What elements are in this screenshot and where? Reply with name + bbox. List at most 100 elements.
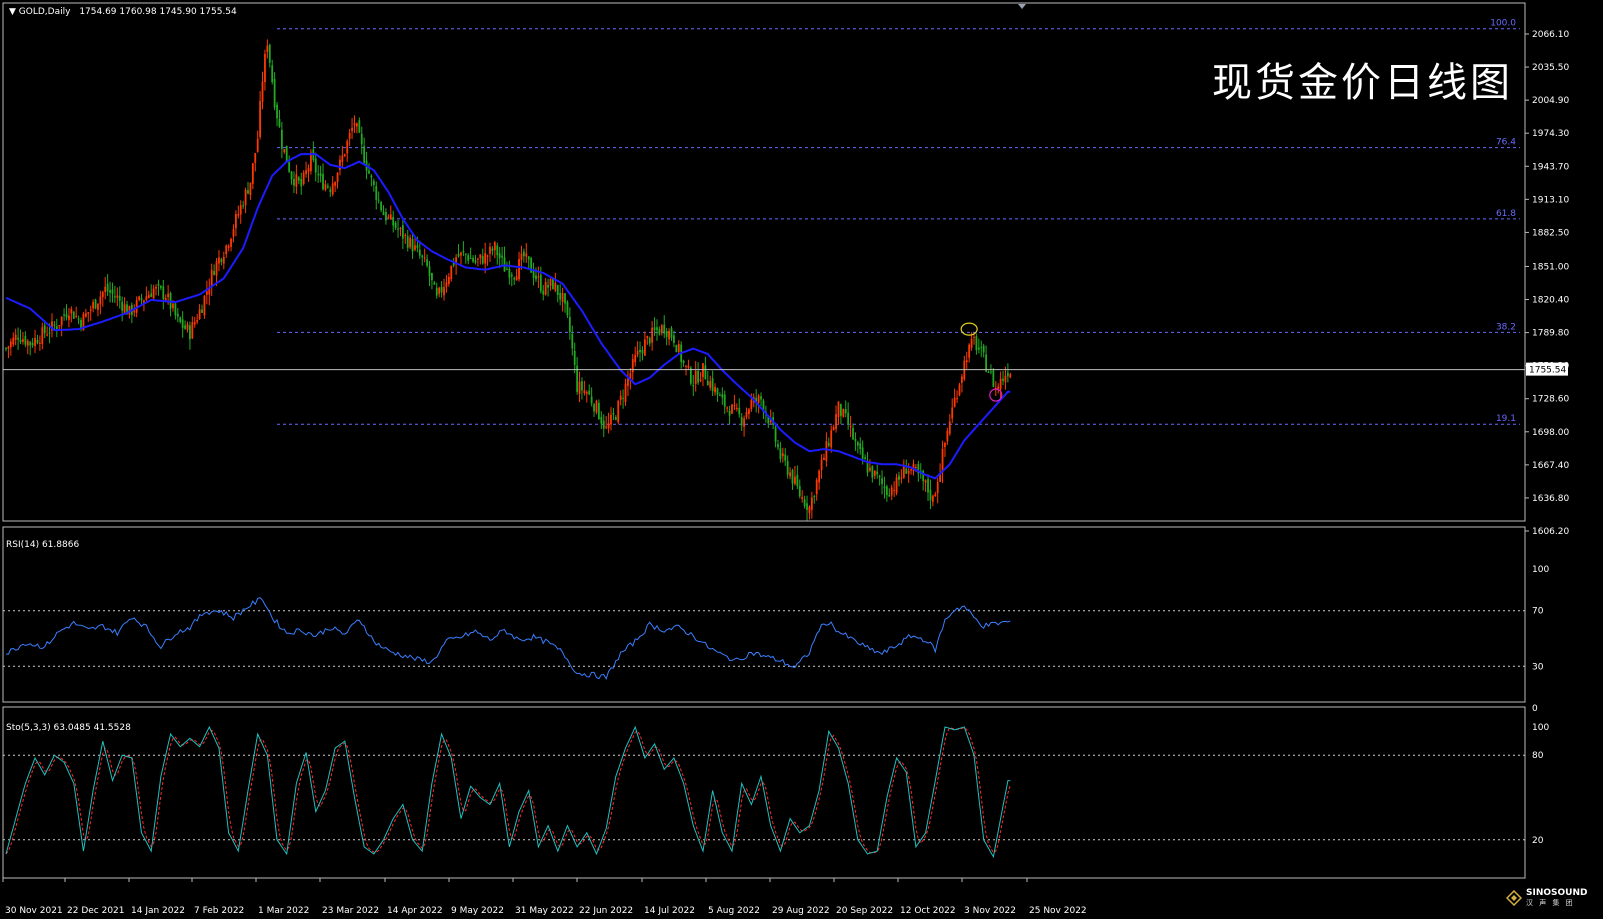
candle-body bbox=[501, 255, 503, 258]
candle-body bbox=[990, 371, 992, 373]
candle-body bbox=[871, 465, 874, 478]
candle-body bbox=[740, 417, 743, 426]
rsi-title: RSI(14) 61.8866 bbox=[6, 540, 80, 550]
candle-body bbox=[385, 212, 387, 221]
candle-body bbox=[435, 287, 438, 296]
candle-body bbox=[80, 319, 82, 329]
candle-body bbox=[181, 319, 184, 328]
candle-body bbox=[653, 327, 656, 331]
price-tick-label: 1698.00 bbox=[1532, 428, 1569, 438]
candle-body bbox=[556, 284, 559, 295]
candle-body bbox=[856, 442, 859, 446]
candle-body bbox=[322, 174, 324, 190]
candle-body bbox=[477, 258, 479, 260]
stoch-tick-label: 20 bbox=[1532, 836, 1544, 846]
candle-body bbox=[527, 256, 530, 260]
rsi-levels bbox=[3, 610, 1525, 667]
candle-body bbox=[138, 296, 140, 300]
candle-body bbox=[968, 344, 971, 358]
candle-body bbox=[7, 346, 10, 349]
candle-body bbox=[542, 290, 545, 295]
candle-body bbox=[927, 478, 929, 493]
candle-body bbox=[810, 497, 813, 510]
candle-body bbox=[77, 318, 80, 320]
date-tick-label: 30 Nov 2021 bbox=[5, 906, 63, 916]
sinosound-logo-icon bbox=[1506, 890, 1522, 906]
collapse-triangle-icon[interactable]: ▼ bbox=[9, 7, 16, 17]
candle-body bbox=[72, 311, 75, 319]
candle-body bbox=[721, 394, 724, 398]
candle-body bbox=[878, 475, 881, 478]
candle-body bbox=[905, 468, 908, 474]
candle-body bbox=[34, 338, 36, 346]
candle-body bbox=[823, 457, 825, 460]
price-tick-label: 1851.00 bbox=[1532, 262, 1569, 272]
candle-body bbox=[970, 338, 973, 348]
candle-body bbox=[631, 359, 634, 373]
stoch-tick-label: 100 bbox=[1532, 723, 1549, 733]
stochastic-axis: 100 80 20 bbox=[1532, 723, 1549, 846]
candle-body bbox=[331, 183, 334, 195]
candle-body bbox=[513, 278, 516, 280]
candle-body bbox=[624, 383, 627, 402]
candle-body bbox=[895, 477, 898, 494]
candle-body bbox=[581, 381, 583, 391]
candle-body bbox=[220, 259, 223, 262]
candle-body bbox=[58, 325, 61, 327]
candle-body bbox=[305, 170, 307, 174]
candle-body bbox=[235, 214, 237, 229]
rsi-tick-label: 70 bbox=[1532, 607, 1544, 617]
candle-body bbox=[288, 162, 291, 172]
candle-body bbox=[336, 172, 339, 183]
candle-body bbox=[900, 477, 903, 479]
candle-body bbox=[48, 332, 51, 334]
candle-body bbox=[951, 407, 954, 419]
candle-body bbox=[290, 171, 293, 180]
candle-body bbox=[525, 253, 528, 257]
candle-body bbox=[566, 301, 569, 316]
candle-body bbox=[273, 78, 276, 108]
candle-body bbox=[980, 347, 983, 349]
candle-body bbox=[167, 293, 170, 298]
candle-body bbox=[382, 211, 385, 216]
candle-body bbox=[414, 245, 416, 250]
candle-body bbox=[876, 471, 879, 475]
candle-body bbox=[537, 276, 540, 278]
candle-body bbox=[745, 411, 748, 417]
candle-body bbox=[75, 315, 78, 317]
candle-body bbox=[12, 337, 15, 345]
candle-body bbox=[711, 378, 714, 392]
candle-body bbox=[368, 170, 370, 174]
candle-body bbox=[162, 286, 165, 300]
candle-body bbox=[610, 414, 612, 425]
candle-body bbox=[861, 447, 864, 459]
candle-body bbox=[600, 416, 603, 424]
candle-body bbox=[498, 253, 501, 259]
candle-body bbox=[728, 410, 731, 416]
candle-body bbox=[307, 167, 310, 172]
date-tick-label: 3 Nov 2022 bbox=[964, 906, 1016, 916]
candle-body bbox=[915, 466, 917, 468]
candle-body bbox=[380, 202, 382, 211]
candle-body bbox=[406, 236, 409, 248]
price-tick-label: 2066.10 bbox=[1532, 30, 1569, 40]
candle-body bbox=[694, 370, 697, 385]
candle-body bbox=[958, 384, 961, 396]
candle-body bbox=[334, 182, 337, 186]
candle-body bbox=[26, 340, 29, 346]
fib-label-38.2: 38.2 bbox=[1496, 322, 1516, 332]
panel-frames bbox=[2, 2, 1526, 879]
candle-body bbox=[445, 282, 448, 287]
candle-body bbox=[803, 499, 806, 507]
candle-body bbox=[431, 273, 433, 281]
candle-body bbox=[372, 180, 375, 186]
candle-body bbox=[326, 185, 329, 188]
candle-body bbox=[552, 278, 554, 289]
date-tick-label: 9 May 2022 bbox=[451, 906, 504, 916]
candle-body bbox=[460, 252, 462, 256]
candle-body bbox=[423, 257, 426, 259]
date-tick-label: 23 Mar 2022 bbox=[322, 906, 379, 916]
candle-body bbox=[251, 163, 254, 184]
candle-body bbox=[302, 172, 305, 184]
candle-body bbox=[941, 448, 944, 473]
